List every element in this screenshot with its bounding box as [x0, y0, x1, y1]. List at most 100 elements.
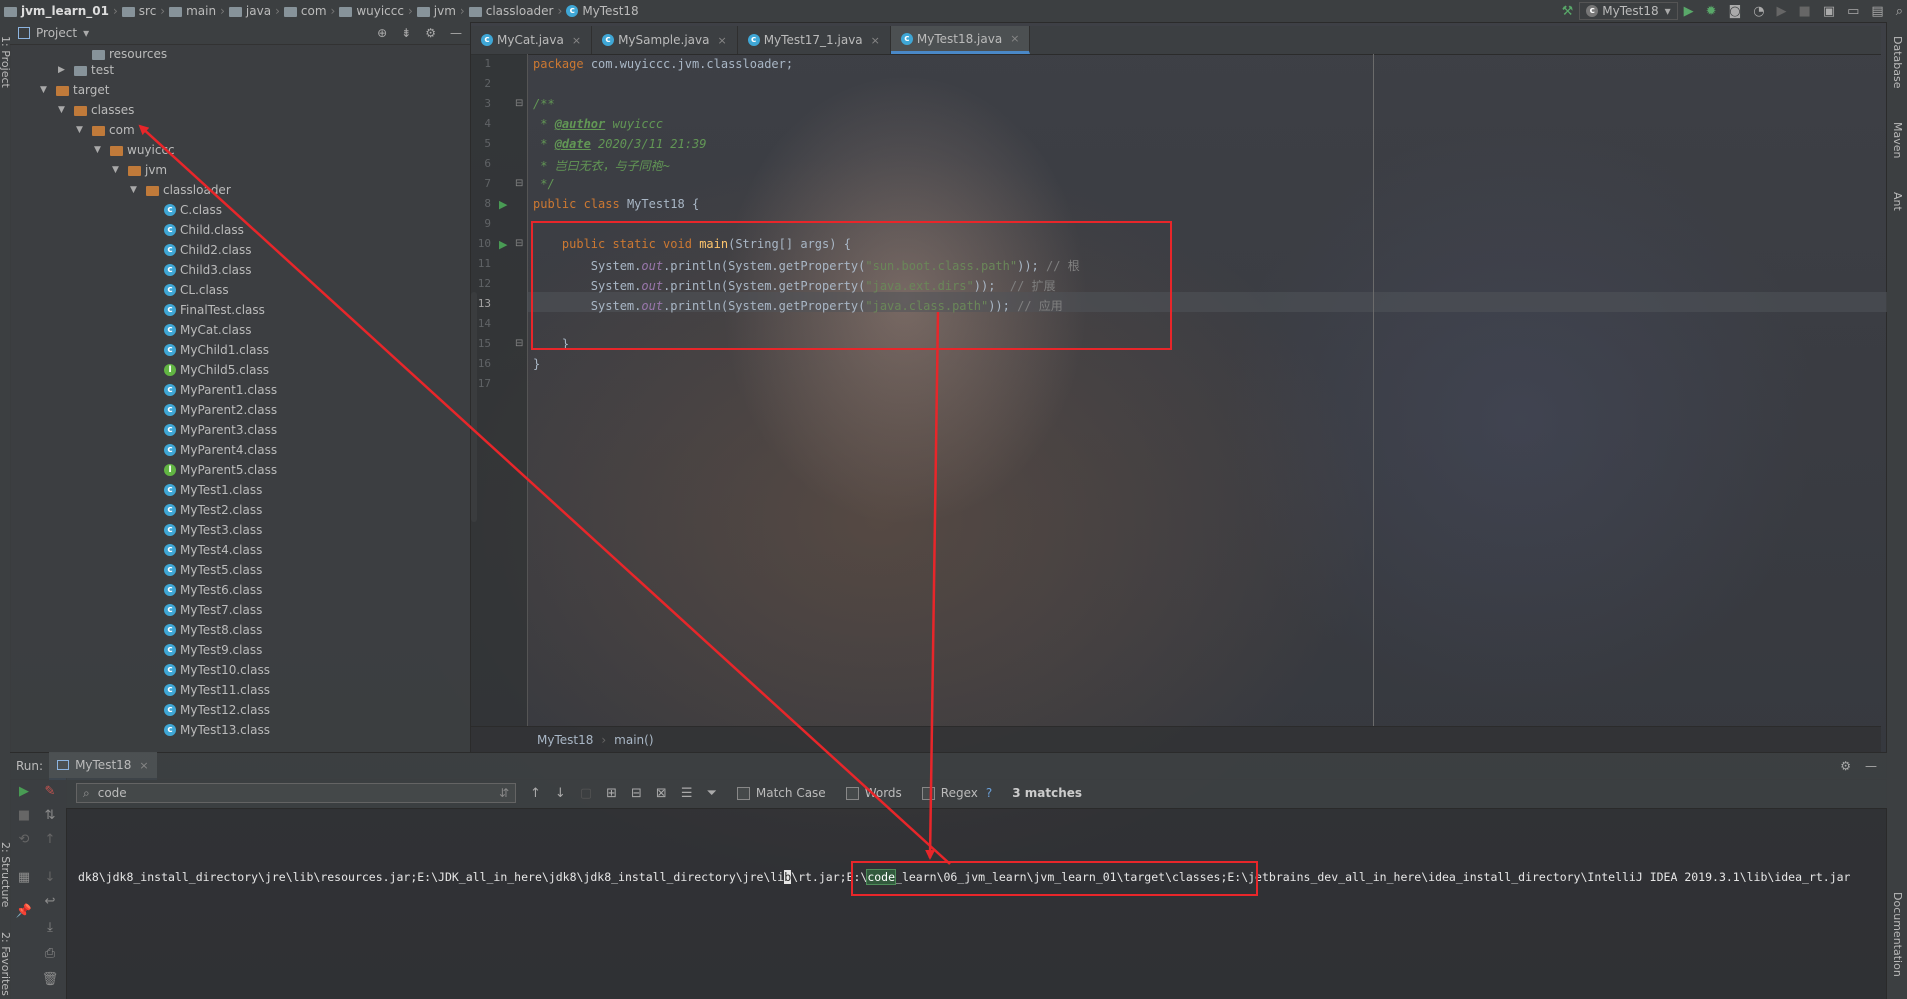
tab-run-mytest18[interactable]: MyTest18 ×: [49, 752, 157, 780]
close-icon[interactable]: ×: [717, 34, 726, 47]
tree-item[interactable]: ▼ target: [10, 80, 470, 100]
find-all-icon[interactable]: ▢: [580, 786, 592, 801]
stop-icon[interactable]: ■: [14, 808, 34, 823]
tab-mycat[interactable]: c MyCat.java ×: [471, 26, 593, 54]
chevron-down-icon[interactable]: ▼: [40, 85, 50, 95]
tree-item[interactable]: c MyTest8.class: [10, 620, 470, 640]
code-editor[interactable]: package com.wuyiccc.jvm.classloader; /**…: [527, 54, 1887, 726]
tree-item[interactable]: c MyTest2.class: [10, 500, 470, 520]
stop-icon[interactable]: ■: [1799, 4, 1811, 19]
tree-item[interactable]: c MyTest10.class: [10, 660, 470, 680]
chevron-down-icon[interactable]: ▼: [76, 125, 86, 135]
remove-occurrence-icon[interactable]: ⊟: [631, 786, 642, 801]
gear-icon[interactable]: ⚙: [1840, 759, 1851, 773]
tree-item[interactable]: c FinalTest.class: [10, 300, 470, 320]
coverage-icon[interactable]: ◙: [1729, 4, 1742, 19]
next-match-icon[interactable]: ↓: [555, 786, 566, 801]
pin-icon[interactable]: 📌: [14, 904, 34, 919]
tab-mysample[interactable]: c MySample.java ×: [592, 26, 738, 54]
tree-item[interactable]: ▶ test: [10, 60, 470, 80]
close-icon[interactable]: ×: [871, 34, 880, 47]
tab-mytest17-1[interactable]: c MyTest17_1.java ×: [738, 26, 891, 54]
search-icon[interactable]: ⌕: [1896, 4, 1903, 19]
documentation-tool-label[interactable]: Documentation: [1891, 892, 1904, 977]
breadcrumb-src[interactable]: › src: [109, 4, 156, 18]
print-icon[interactable]: ⎙: [40, 946, 60, 961]
ant-tool-label[interactable]: Ant: [1891, 192, 1904, 211]
breadcrumb-main[interactable]: › main: [156, 4, 216, 18]
chevron-down-icon[interactable]: ▼: [94, 145, 104, 155]
tab-mytest18[interactable]: c MyTest18.java ×: [890, 26, 1031, 54]
step-icon[interactable]: ▶: [1777, 4, 1787, 19]
tree-item[interactable]: c CL.class: [10, 280, 470, 300]
presentation-icon[interactable]: ▤: [1871, 4, 1883, 19]
filter-lines-icon[interactable]: ☰: [681, 786, 693, 801]
fold-icon[interactable]: ⊟: [515, 178, 523, 189]
run-icon[interactable]: ▶: [1684, 4, 1694, 19]
layout-icon[interactable]: ▦: [14, 870, 34, 885]
tree-item[interactable]: c MyTest6.class: [10, 580, 470, 600]
tree-item[interactable]: c MyChild1.class: [10, 340, 470, 360]
tree-item[interactable]: c MyTest12.class: [10, 700, 470, 720]
tree-item[interactable]: c MyTest11.class: [10, 680, 470, 700]
breadcrumb-jvm[interactable]: › jvm: [404, 4, 456, 18]
tree-item[interactable]: ▼ classes: [10, 100, 470, 120]
filter-icon[interactable]: ⏷: [706, 786, 716, 801]
tree-item[interactable]: c MyParent1.class: [10, 380, 470, 400]
up-arrow-icon[interactable]: ↑: [40, 832, 60, 847]
database-tool-label[interactable]: Database: [1891, 36, 1904, 89]
profile-icon[interactable]: ◔: [1753, 4, 1764, 19]
gear-icon[interactable]: ⚙: [425, 26, 436, 40]
history-icon[interactable]: ⇵: [499, 786, 509, 800]
tree-item[interactable]: ▼ com: [10, 120, 470, 140]
chevron-down-icon[interactable]: ▼: [58, 105, 68, 115]
tree-item[interactable]: c MyCat.class: [10, 320, 470, 340]
project-structure-icon[interactable]: ▣: [1823, 4, 1835, 19]
tree-item[interactable]: ▼ classloader: [10, 180, 470, 200]
sort-icon[interactable]: ⇅: [40, 808, 60, 823]
tree-item[interactable]: I MyParent5.class: [10, 460, 470, 480]
fold-icon[interactable]: ⊟: [515, 98, 523, 109]
tree-item[interactable]: c MyTest9.class: [10, 640, 470, 660]
console-output[interactable]: dk8\jdk8_install_directory\jre\lib\resou…: [66, 808, 1887, 999]
tree-item[interactable]: ▼ jvm: [10, 160, 470, 180]
minimize-icon[interactable]: —: [1865, 759, 1877, 773]
tree-item[interactable]: c MyParent2.class: [10, 400, 470, 420]
locate-file-icon[interactable]: ⊕: [377, 26, 387, 40]
search-input[interactable]: [95, 785, 480, 801]
trash-icon[interactable]: 🗑: [40, 972, 60, 987]
regex-checkbox[interactable]: Regex: [921, 786, 978, 800]
fold-icon[interactable]: ⊟: [515, 238, 523, 249]
match-case-checkbox[interactable]: Match Case: [736, 786, 826, 800]
tree-item[interactable]: c C.class: [10, 200, 470, 220]
rerun-icon[interactable]: ▶: [14, 784, 34, 799]
chevron-down-icon[interactable]: ▾: [83, 26, 89, 40]
tree-item[interactable]: ▼ wuyiccc: [10, 140, 470, 160]
debug-icon[interactable]: ✹: [1706, 4, 1717, 19]
project-view-selector[interactable]: Project: [36, 26, 77, 40]
run-class-gutter-icon[interactable]: ▶: [499, 198, 507, 211]
tree-item[interactable]: c MyTest3.class: [10, 520, 470, 540]
tree-item[interactable]: c MyTest4.class: [10, 540, 470, 560]
tree-item[interactable]: c Child.class: [10, 220, 470, 240]
breadcrumb-java[interactable]: › java: [216, 4, 271, 18]
clear-highlight-icon[interactable]: ✎: [40, 784, 60, 799]
breadcrumb-method-item[interactable]: main(): [614, 733, 653, 747]
run-config-dropdown[interactable]: c MyTest18 ▾: [1579, 2, 1678, 20]
console-search-field[interactable]: ⌕ ⇵: [76, 783, 516, 803]
collapse-all-icon[interactable]: ⇟: [401, 26, 411, 40]
window-icon[interactable]: ▭: [1847, 4, 1859, 19]
tree-item[interactable]: c MyTest13.class: [10, 720, 470, 740]
fold-icon[interactable]: ⊟: [515, 338, 523, 349]
chevron-right-icon[interactable]: ▶: [58, 65, 68, 75]
close-icon[interactable]: ×: [139, 759, 148, 772]
chevron-down-icon[interactable]: ▼: [112, 165, 122, 175]
words-checkbox[interactable]: Words: [845, 786, 902, 800]
chevron-down-icon[interactable]: ▼: [130, 185, 140, 195]
tree-item[interactable]: c Child2.class: [10, 240, 470, 260]
build-hammer-icon[interactable]: ⚒: [1562, 4, 1574, 19]
run-main-gutter-icon[interactable]: ▶: [499, 238, 507, 251]
regex-help-link[interactable]: ?: [986, 786, 992, 800]
breadcrumb-classloader[interactable]: › classloader: [456, 4, 554, 18]
tree-item[interactable]: I MyChild5.class: [10, 360, 470, 380]
